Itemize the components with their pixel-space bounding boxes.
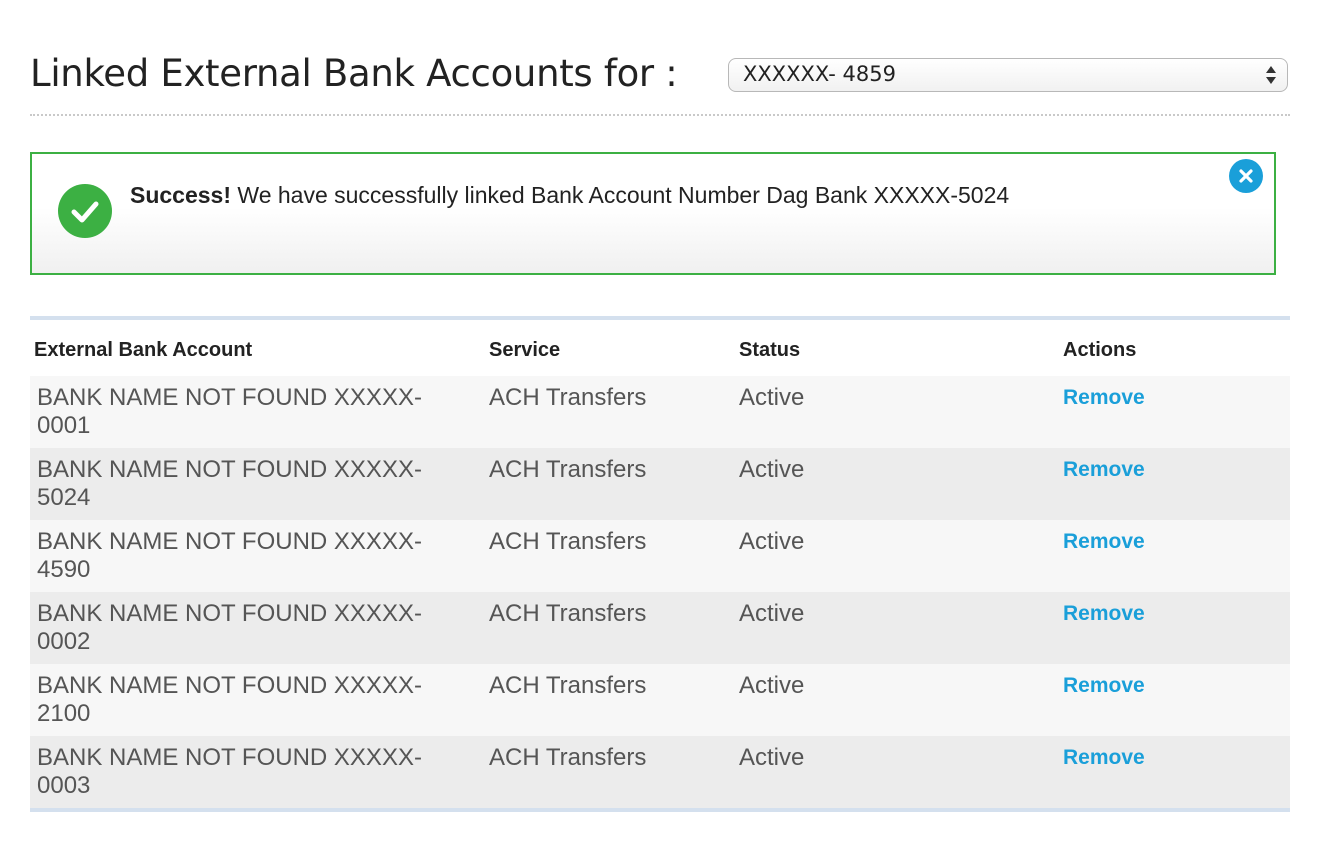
page-title: Linked External Bank Accounts for : (30, 52, 678, 95)
actions-cell: Remove (1059, 592, 1290, 664)
alert-strong: Success! (130, 182, 232, 208)
service-cell: ACH Transfers (485, 448, 735, 520)
table-row: BANK NAME NOT FOUND XXXXX-5024 ACH Trans… (30, 448, 1290, 520)
status-cell: Active (735, 664, 1059, 736)
service-cell: ACH Transfers (485, 592, 735, 664)
actions-cell: Remove (1059, 376, 1290, 448)
account-cell: BANK NAME NOT FOUND XXXXX-0001 (30, 376, 485, 448)
account-select[interactable]: XXXXXX- 4859 (728, 58, 1288, 92)
column-header-status: Status (735, 320, 1059, 376)
status-cell: Active (735, 520, 1059, 592)
page: Linked External Bank Accounts for : XXXX… (0, 0, 1322, 844)
status-cell: Active (735, 736, 1059, 808)
table-row: BANK NAME NOT FOUND XXXXX-0002 ACH Trans… (30, 592, 1290, 664)
select-arrows-icon (1266, 66, 1276, 84)
account-cell: BANK NAME NOT FOUND XXXXX-2100 (30, 664, 485, 736)
table-row: BANK NAME NOT FOUND XXXXX-0001 ACH Trans… (30, 376, 1290, 448)
service-cell: ACH Transfers (485, 520, 735, 592)
actions-cell: Remove (1059, 664, 1290, 736)
alert-body: We have successfully linked Bank Account… (231, 182, 1010, 208)
check-circle-icon (58, 184, 112, 238)
account-select-value: XXXXXX- 4859 (743, 62, 896, 86)
column-header-service: Service (485, 320, 735, 376)
status-cell: Active (735, 376, 1059, 448)
remove-link[interactable]: Remove (1063, 602, 1145, 625)
remove-link[interactable]: Remove (1063, 746, 1145, 769)
alert-message: Success! We have successfully linked Ban… (130, 182, 1009, 209)
close-icon[interactable] (1228, 158, 1264, 194)
remove-link[interactable]: Remove (1063, 458, 1145, 481)
actions-cell: Remove (1059, 736, 1290, 808)
column-header-actions: Actions (1059, 320, 1290, 376)
table-row: BANK NAME NOT FOUND XXXXX-0003 ACH Trans… (30, 736, 1290, 808)
remove-link[interactable]: Remove (1063, 386, 1145, 409)
remove-link[interactable]: Remove (1063, 674, 1145, 697)
table-row: BANK NAME NOT FOUND XXXXX-4590 ACH Trans… (30, 520, 1290, 592)
actions-cell: Remove (1059, 520, 1290, 592)
column-header-account: External Bank Account (30, 320, 485, 376)
service-cell: ACH Transfers (485, 664, 735, 736)
linked-accounts-table: External Bank Account Service Status Act… (30, 316, 1290, 812)
success-alert: Success! We have successfully linked Ban… (30, 152, 1276, 275)
page-header: Linked External Bank Accounts for : XXXX… (30, 48, 1290, 116)
service-cell: ACH Transfers (485, 736, 735, 808)
table-header-row: External Bank Account Service Status Act… (30, 320, 1290, 376)
account-cell: BANK NAME NOT FOUND XXXXX-5024 (30, 448, 485, 520)
status-cell: Active (735, 592, 1059, 664)
account-cell: BANK NAME NOT FOUND XXXXX-4590 (30, 520, 485, 592)
actions-cell: Remove (1059, 448, 1290, 520)
account-cell: BANK NAME NOT FOUND XXXXX-0002 (30, 592, 485, 664)
service-cell: ACH Transfers (485, 376, 735, 448)
status-cell: Active (735, 448, 1059, 520)
remove-link[interactable]: Remove (1063, 530, 1145, 553)
table-row: BANK NAME NOT FOUND XXXXX-2100 ACH Trans… (30, 664, 1290, 736)
account-cell: BANK NAME NOT FOUND XXXXX-0003 (30, 736, 485, 808)
